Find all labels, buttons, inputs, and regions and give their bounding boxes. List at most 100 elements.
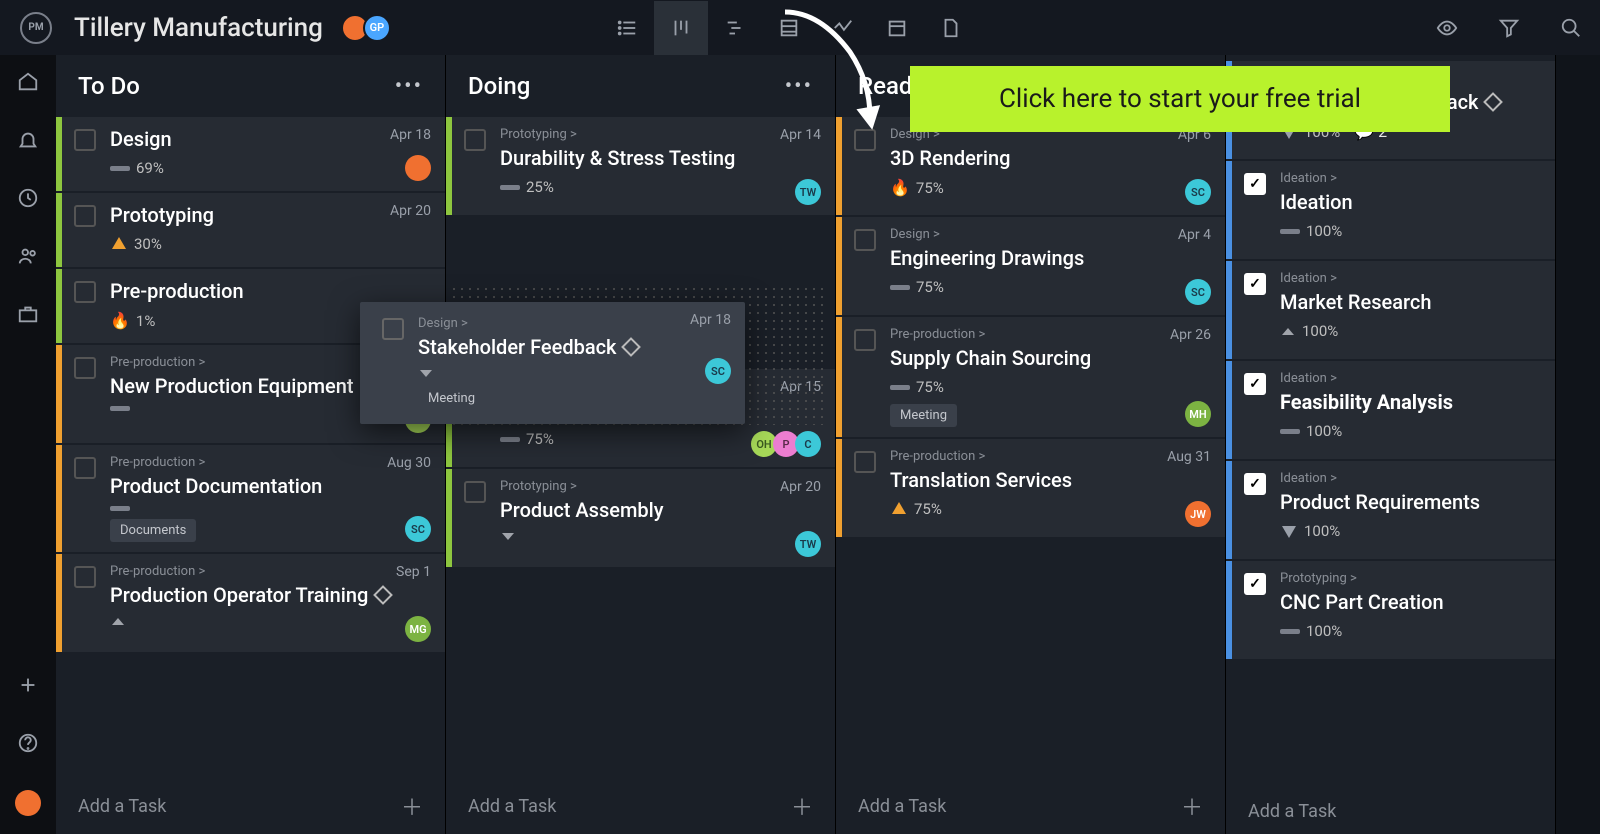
add-icon[interactable] (17, 674, 39, 696)
task-checkbox[interactable] (74, 129, 96, 151)
people-icon[interactable] (17, 245, 39, 267)
task-title: Stakeholder Feedback (418, 335, 727, 359)
home-icon[interactable] (17, 71, 39, 93)
task-checkbox[interactable]: ✓ (1244, 173, 1266, 195)
assignee-avatar[interactable]: SC (409, 516, 431, 542)
task-card[interactable]: ✓Ideation >Feasibility Analysis 100% (1226, 361, 1555, 459)
files-view-icon[interactable] (924, 1, 978, 55)
add-task-button[interactable]: Add a Task＋ (836, 778, 1225, 834)
bell-icon[interactable] (17, 129, 39, 151)
gantt-view-icon[interactable] (708, 1, 762, 55)
assignee-avatar[interactable]: TW (799, 179, 821, 205)
column-title: Doing (468, 72, 530, 100)
task-checkbox[interactable]: ✓ (1244, 473, 1266, 495)
free-trial-cta[interactable]: Click here to start your free trial (910, 66, 1450, 132)
task-title: Feasibility Analysis (1280, 390, 1541, 414)
task-crumb: Pre-production > (890, 449, 1211, 464)
task-title: Ideation (1280, 190, 1541, 214)
task-checkbox[interactable] (854, 229, 876, 251)
task-card[interactable]: Prototyping 30%Apr 20 (56, 193, 445, 267)
task-crumb: Pre-production > (110, 455, 431, 470)
task-card[interactable]: ✓Ideation >Product Requirements 100% (1226, 461, 1555, 559)
task-title: Translation Services (890, 468, 1211, 492)
filter-icon[interactable] (1498, 17, 1520, 39)
assignee-avatar[interactable]: MG (409, 616, 431, 642)
task-card[interactable]: ✓Ideation >Market Research 100% (1226, 261, 1555, 359)
assignee-avatar[interactable]: OHPC (755, 431, 821, 457)
help-icon[interactable] (17, 732, 39, 754)
task-tag: Meeting (418, 387, 485, 410)
milestone-icon (622, 337, 642, 357)
assignee-avatar[interactable]: SC (705, 358, 731, 384)
task-checkbox[interactable]: ✓ (1244, 373, 1266, 395)
task-title: Product Documentation (110, 474, 431, 498)
task-card[interactable]: ✓Ideation >Ideation 100% (1226, 161, 1555, 259)
column-todo: To Do ••• Design 69%Apr 18Prototyping 30… (56, 55, 446, 834)
task-title: Product Requirements (1280, 490, 1541, 514)
task-checkbox[interactable] (74, 566, 96, 588)
eye-icon[interactable] (1436, 17, 1458, 39)
dragging-card[interactable]: Design > Stakeholder Feedback Meeting Ap… (360, 302, 745, 424)
assignee-avatar[interactable]: JW (1189, 501, 1211, 527)
assignee-avatar[interactable] (409, 155, 431, 181)
search-icon[interactable] (1560, 17, 1582, 39)
task-card[interactable]: Prototyping >Product AssemblyApr 20TW (446, 469, 835, 567)
plus-icon: ＋ (1181, 790, 1203, 822)
task-checkbox[interactable] (382, 318, 404, 340)
task-card[interactable]: Pre-production >Supply Chain Sourcing 75… (836, 317, 1225, 437)
task-date: Apr 26 (1170, 327, 1211, 343)
task-checkbox[interactable]: ✓ (1244, 273, 1266, 295)
task-crumb: Ideation > (1280, 371, 1541, 386)
column-title: To Do (78, 72, 140, 100)
column-menu-icon[interactable]: ••• (395, 74, 423, 99)
task-date: Apr 18 (390, 127, 431, 143)
assignee-avatar[interactable]: TW (799, 531, 821, 557)
task-checkbox[interactable] (74, 205, 96, 227)
task-checkbox[interactable] (854, 129, 876, 151)
member-avatars[interactable]: GP (347, 14, 391, 42)
task-date: Aug 31 (1167, 449, 1211, 465)
briefcase-icon[interactable] (17, 303, 39, 325)
task-checkbox[interactable] (464, 129, 486, 151)
task-crumb: Prototyping > (500, 479, 821, 494)
task-card[interactable]: ✓Prototyping >CNC Part Creation 100% (1226, 561, 1555, 659)
task-checkbox[interactable]: ✓ (1244, 573, 1266, 595)
task-card[interactable]: Pre-production > Production Operator Trai… (56, 554, 445, 652)
chevron-down-icon[interactable] (418, 367, 434, 379)
add-task-button[interactable]: Add a Task (1226, 789, 1555, 834)
pm-logo[interactable]: PM (20, 12, 52, 44)
task-checkbox[interactable] (74, 457, 96, 479)
task-checkbox[interactable] (854, 329, 876, 351)
task-card[interactable]: Design >Engineering Drawings 75%Apr 4SC (836, 217, 1225, 315)
assignee-avatar[interactable]: SC (1189, 279, 1211, 305)
task-crumb: Ideation > (1280, 171, 1541, 186)
task-date: Aug 30 (387, 455, 431, 471)
plus-icon: ＋ (791, 790, 813, 822)
task-checkbox[interactable] (464, 481, 486, 503)
milestone-icon (1484, 92, 1504, 112)
project-title: Tillery Manufacturing (74, 13, 323, 43)
task-checkbox[interactable] (854, 451, 876, 473)
task-tag: Meeting (890, 404, 957, 427)
task-card[interactable]: Pre-production >Translation Services 75%… (836, 439, 1225, 537)
task-card[interactable]: Design 69%Apr 18 (56, 117, 445, 191)
task-title: Production Operator Training (110, 583, 431, 607)
task-date: Apr 18 (690, 312, 731, 328)
task-crumb: Ideation > (1280, 471, 1541, 486)
task-checkbox[interactable] (74, 281, 96, 303)
task-checkbox[interactable] (74, 357, 96, 379)
add-task-button[interactable]: Add a Task＋ (56, 778, 445, 834)
user-avatar[interactable] (15, 790, 41, 816)
task-card[interactable]: Pre-production >Product DocumentationDoc… (56, 445, 445, 552)
milestone-icon (373, 585, 393, 605)
add-task-button[interactable]: Add a Task＋ (446, 778, 835, 834)
board-view-icon[interactable] (654, 1, 708, 55)
plus-icon: ＋ (401, 790, 423, 822)
assignee-avatar[interactable]: SC (1189, 179, 1211, 205)
list-view-icon[interactable] (600, 1, 654, 55)
assignee-avatar[interactable]: MH (1189, 401, 1211, 427)
cta-arrow (770, 2, 910, 132)
clock-icon[interactable] (17, 187, 39, 209)
task-crumb: Pre-production > (110, 564, 431, 579)
column-ready: Ready ••• Design >3D Rendering🔥 75%Apr 6… (836, 55, 1226, 834)
